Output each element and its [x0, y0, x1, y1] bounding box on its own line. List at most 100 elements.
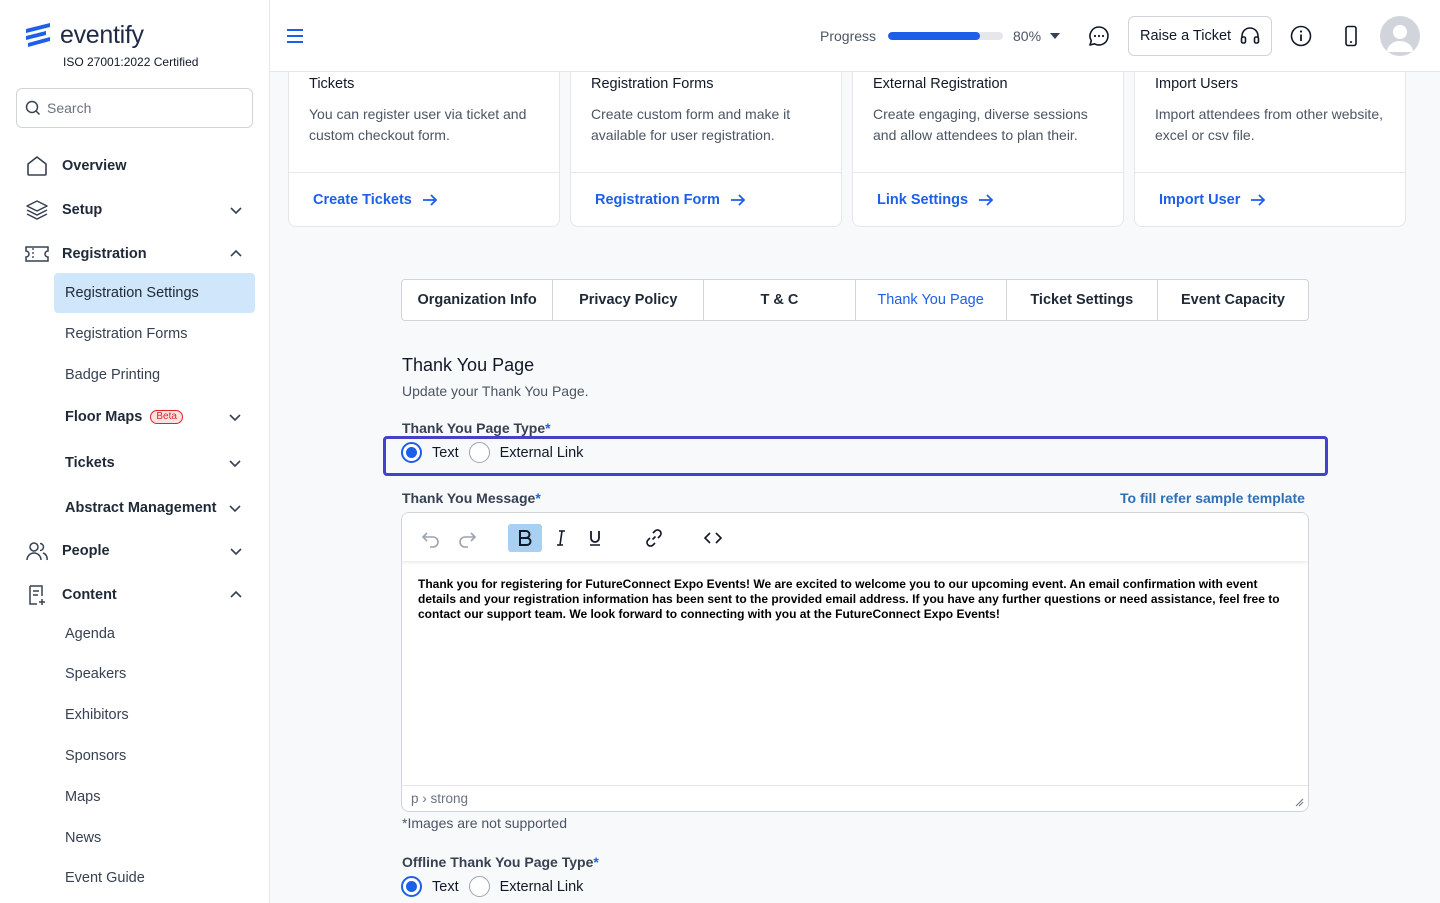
sidebar-label-setup: Setup [62, 202, 103, 218]
progress-fill [888, 32, 980, 40]
card-registration-forms: Registration Forms Create custom form an… [570, 72, 842, 227]
offline-type-label-text: Offline Thank You Page Type [402, 854, 594, 870]
create-tickets-link[interactable]: Create Tickets [313, 192, 438, 208]
rich-text-editor[interactable]: Thank you for registering for FutureConn… [401, 512, 1309, 812]
search-input[interactable] [47, 100, 237, 116]
card-link-label: Create Tickets [313, 192, 412, 208]
tab-privacy-policy[interactable]: Privacy Policy [553, 280, 705, 320]
raise-ticket-label: Raise a Ticket [1140, 28, 1232, 44]
sidebar-item-setup[interactable]: Setup [24, 196, 244, 224]
sidebar-item-maps[interactable]: Maps [54, 777, 255, 817]
eventify-logo-icon [26, 23, 50, 47]
tab-thank-you-page[interactable]: Thank You Page [856, 280, 1007, 320]
required-mark: * [593, 854, 599, 870]
tab-terms-conditions[interactable]: T & C [704, 280, 856, 320]
tab-event-capacity[interactable]: Event Capacity [1158, 280, 1308, 320]
sidebar-label-abstract: Abstract Management [65, 500, 217, 516]
underline-icon[interactable] [578, 524, 612, 552]
chevron-down-icon [230, 207, 242, 215]
progress-label: Progress [820, 28, 877, 44]
card-description: Create custom form and make it available… [591, 106, 791, 143]
info-icon[interactable] [1289, 24, 1313, 48]
sidebar-item-news[interactable]: News [54, 818, 255, 858]
sidebar-item-floor-maps[interactable]: Floor Maps Beta [54, 397, 255, 437]
sidebar-item-abstract-management[interactable]: Abstract Management [54, 488, 255, 528]
radio-external-link-label: External Link [499, 444, 584, 461]
chevron-down-icon [230, 548, 242, 556]
sidebar-item-people[interactable]: People [24, 537, 244, 565]
radio-text[interactable] [401, 442, 422, 463]
chevron-down-icon [229, 460, 241, 468]
user-avatar[interactable] [1380, 16, 1420, 56]
editor-content[interactable]: Thank you for registering for FutureConn… [418, 577, 1288, 622]
sidebar-item-event-guide[interactable]: Event Guide [54, 858, 255, 898]
sidebar-item-registration-settings[interactable]: Registration Settings [54, 273, 255, 313]
progress-bar [888, 32, 1003, 40]
offline-radio-external-link[interactable] [468, 876, 490, 897]
sidebar-item-sponsors[interactable]: Sponsors [54, 736, 255, 776]
registration-form-link[interactable]: Registration Form [595, 192, 746, 208]
progress-value: 80% [1013, 28, 1042, 44]
arrow-right-icon [730, 194, 746, 206]
sidebar-label-floor-maps: Floor Maps [65, 409, 143, 425]
sidebar-label-overview: Overview [62, 158, 127, 174]
radio-external-link[interactable] [468, 442, 490, 463]
card-title: Import Users [1155, 76, 1238, 92]
chat-icon[interactable] [1087, 24, 1111, 48]
thank-you-type-label-text: Thank You Page Type [402, 420, 546, 436]
avatar-icon [1387, 25, 1413, 52]
link-icon[interactable] [637, 524, 671, 552]
sidebar: eventify ISO 27001:2022 Certified Overvi… [0, 0, 270, 903]
search-box[interactable] [16, 88, 253, 128]
link-settings-link[interactable]: Link Settings [877, 192, 994, 208]
card-divider [571, 172, 841, 173]
sample-template-link[interactable]: To fill refer sample template [1120, 490, 1305, 506]
tab-organization-info[interactable]: Organization Info [402, 280, 554, 320]
sidebar-item-speakers[interactable]: Speakers [54, 654, 255, 694]
code-icon[interactable] [696, 524, 730, 552]
settings-tabs: Organization Info Privacy Policy T & C T… [401, 279, 1309, 321]
card-link-label: Registration Form [595, 192, 720, 208]
bold-icon[interactable] [508, 524, 542, 552]
offline-radio-text[interactable] [401, 876, 422, 897]
sidebar-label-content: Content [62, 587, 117, 603]
card-link-label: Import User [1159, 192, 1241, 208]
brand-logo[interactable]: eventify [24, 20, 144, 50]
document-add-icon [24, 582, 50, 608]
mobile-icon[interactable] [1339, 24, 1363, 48]
sidebar-item-badge-printing[interactable]: Badge Printing [54, 355, 255, 395]
resize-handle-icon[interactable] [1294, 797, 1304, 807]
import-user-link[interactable]: Import User [1159, 192, 1266, 208]
raise-ticket-button[interactable]: Raise a Ticket [1128, 16, 1272, 56]
sidebar-label-tickets: Tickets [65, 455, 115, 471]
italic-icon[interactable] [544, 524, 578, 552]
sidebar-item-exhibitors[interactable]: Exhibitors [54, 695, 255, 735]
sidebar-item-agenda[interactable]: Agenda [54, 614, 255, 654]
home-icon [24, 153, 50, 179]
hamburger-menu-icon[interactable] [286, 27, 304, 45]
undo-icon[interactable] [414, 524, 448, 552]
caret-down-icon[interactable] [1050, 33, 1060, 39]
tab-ticket-settings[interactable]: Ticket Settings [1007, 280, 1158, 320]
iso-certification: ISO 27001:2022 Certified [63, 55, 199, 69]
card-import-users: Import Users Import attendees from other… [1134, 72, 1406, 227]
sidebar-item-content[interactable]: Content [24, 581, 244, 609]
offline-type-radio-group: Text External Link [401, 876, 593, 897]
search-icon [25, 100, 41, 116]
arrow-right-icon [979, 194, 994, 206]
sidebar-item-tickets[interactable]: Tickets [54, 443, 255, 483]
element-path: p › strong [411, 791, 469, 806]
card-description: You can register user via ticket and cus… [309, 106, 527, 143]
editor-toolbar [402, 513, 1308, 561]
card-external-registration: External Registration Create engaging, d… [852, 72, 1124, 227]
sidebar-item-registration-forms[interactable]: Registration Forms [54, 314, 255, 354]
sidebar-item-registration[interactable]: Registration [24, 240, 244, 268]
chevron-up-icon [230, 249, 242, 257]
thank-you-message-label: Thank You Message* [402, 490, 541, 506]
beta-badge: Beta [150, 410, 183, 424]
radio-text-label: Text [432, 444, 459, 461]
sidebar-item-overview[interactable]: Overview [24, 152, 244, 180]
section-title: Thank You Page [402, 355, 535, 375]
redo-icon[interactable] [450, 524, 484, 552]
card-divider [289, 172, 559, 173]
